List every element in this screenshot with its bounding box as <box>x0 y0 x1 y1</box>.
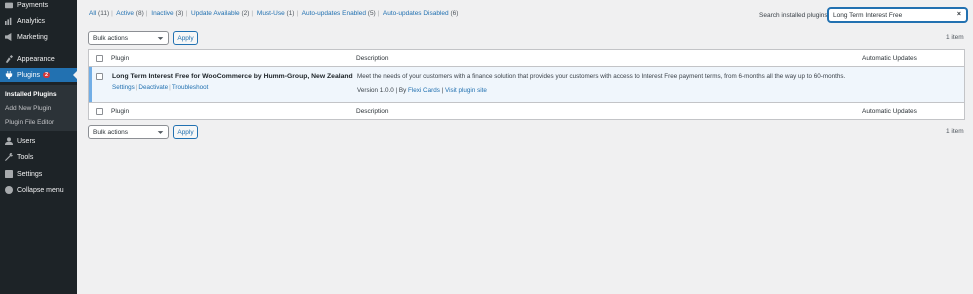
by-label: By <box>398 87 407 94</box>
plugins-icon <box>4 71 13 80</box>
menu-settings[interactable]: Settings <box>0 167 77 181</box>
column-plugin-footer[interactable]: Plugin <box>111 108 129 115</box>
settings-link[interactable]: Settings <box>112 84 135 91</box>
table-header: Plugin Description Automatic Updates <box>89 50 964 67</box>
marketing-icon <box>4 33 13 42</box>
menu-payments[interactable]: Payments <box>0 0 77 12</box>
menu-tools[interactable]: Tools <box>0 150 77 164</box>
author-link[interactable]: Flexi Cards <box>408 87 440 94</box>
payments-icon <box>4 1 13 10</box>
filter-all[interactable]: All (11) <box>89 10 109 17</box>
search-label: Search installed plugins <box>759 12 828 19</box>
menu-marketing[interactable]: Marketing <box>0 30 77 44</box>
menu-collapse[interactable]: Collapse menu <box>0 183 77 197</box>
plugin-title: Long Term Interest Free for WooCommerce … <box>112 73 353 80</box>
menu-appearance[interactable]: Appearance <box>0 52 77 66</box>
filter-auto-updates-enabled[interactable]: Auto-updates Enabled (5) <box>302 10 376 17</box>
column-plugin[interactable]: Plugin <box>111 55 129 62</box>
submenu-plugin-file-editor[interactable]: Plugin File Editor <box>5 119 54 126</box>
select-all-checkbox-footer[interactable] <box>96 108 103 115</box>
apply-button-top[interactable]: Apply <box>173 31 198 45</box>
row-actions: Settings|Deactivate|Troubleshoot <box>112 84 209 91</box>
menu-label: Settings <box>17 170 43 178</box>
table-footer: Plugin Description Automatic Updates <box>89 102 964 119</box>
filter-update-available[interactable]: Update Available (2) <box>191 10 249 17</box>
menu-label: Tools <box>17 153 34 161</box>
bulk-actions-select-bottom[interactable]: Bulk actions <box>88 125 169 139</box>
main-content: All (11) | Active (8) | Inactive (3) | Upda… <box>77 0 973 294</box>
visit-plugin-site-link[interactable]: Visit plugin site <box>445 87 487 94</box>
column-description-footer: Description <box>356 108 389 115</box>
menu-label: Payments <box>17 1 49 9</box>
menu-analytics[interactable]: Analytics <box>0 14 77 28</box>
menu-label: Plugins <box>17 71 40 79</box>
plugins-submenu: Installed Plugins Add New Plugin Plugin … <box>0 85 77 131</box>
users-icon <box>4 137 13 146</box>
search-input[interactable]: Long Term Interest Free × <box>828 8 967 22</box>
analytics-icon <box>4 17 13 26</box>
menu-label: Marketing <box>17 33 48 41</box>
bulk-actions-label: Bulk actions <box>93 128 129 136</box>
troubleshoot-link[interactable]: Troubleshoot <box>172 84 209 91</box>
menu-plugins[interactable]: Plugins 2 <box>0 68 77 82</box>
items-count-top: 1 item <box>946 34 964 41</box>
items-count-bottom: 1 item <box>946 128 964 135</box>
submenu-add-new-plugin[interactable]: Add New Plugin <box>5 105 51 112</box>
filter-inactive[interactable]: Inactive (3) <box>151 10 183 17</box>
menu-label: Analytics <box>17 17 46 25</box>
column-automatic-updates: Automatic Updates <box>862 55 917 62</box>
menu-label: Appearance <box>17 55 55 63</box>
table-row: Long Term Interest Free for WooCommerce … <box>89 67 964 102</box>
menu-label: Collapse menu <box>17 186 64 194</box>
submenu-installed-plugins[interactable]: Installed Plugins <box>5 91 57 98</box>
update-count-badge: 2 <box>42 72 51 78</box>
filter-auto-updates-disabled[interactable]: Auto-updates Disabled (6) <box>383 10 459 17</box>
plugin-version: Version 1.0.0 <box>357 87 394 94</box>
bulk-actions-select-top[interactable]: Bulk actions <box>88 31 169 45</box>
select-all-checkbox[interactable] <box>96 55 103 62</box>
filter-active[interactable]: Active (8) <box>116 10 143 17</box>
plugin-description: Meet the needs of your customers with a … <box>357 73 846 80</box>
column-automatic-updates-footer: Automatic Updates <box>862 108 917 115</box>
deactivate-link[interactable]: Deactivate <box>138 84 168 91</box>
appearance-icon <box>4 55 13 64</box>
plugins-table: Plugin Description Automatic Updates Lon… <box>88 49 965 120</box>
clear-search-icon[interactable]: × <box>957 11 961 18</box>
plugin-meta: Version 1.0.0 | By Flexi Cards | Visit p… <box>357 87 487 94</box>
plugin-status-filters: All (11) | Active (8) | Inactive (3) | Upda… <box>89 10 459 17</box>
settings-icon <box>4 170 13 179</box>
column-description: Description <box>356 55 389 62</box>
bulk-actions-label: Bulk actions <box>93 34 129 42</box>
apply-button-bottom[interactable]: Apply <box>173 125 198 139</box>
row-checkbox[interactable] <box>96 73 103 80</box>
chevron-down-icon <box>157 35 164 44</box>
admin-sidebar: Payments Analytics Marketing Appearance … <box>0 0 77 294</box>
chevron-down-icon <box>157 129 164 138</box>
search-value: Long Term Interest Free <box>833 11 903 19</box>
tools-icon <box>4 153 13 162</box>
menu-label: Users <box>17 137 36 145</box>
menu-users[interactable]: Users <box>0 134 77 148</box>
collapse-icon <box>4 186 13 195</box>
filter-must-use[interactable]: Must-Use (1) <box>257 10 295 17</box>
